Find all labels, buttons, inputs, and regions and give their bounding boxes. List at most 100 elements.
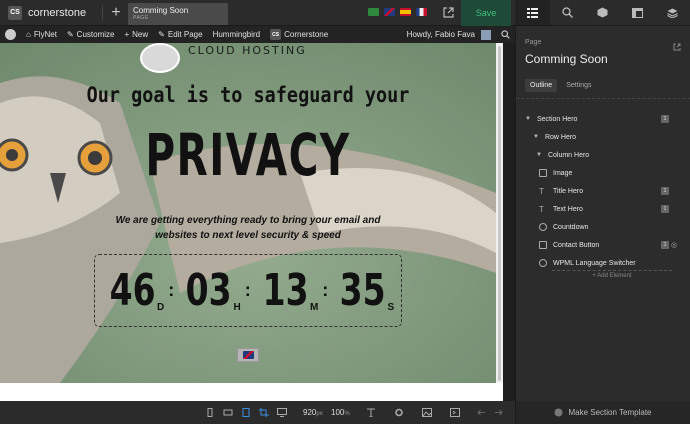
- app-root: CS cornerstone + Comming Soon PAGE Save: [0, 0, 690, 424]
- tablet-icon[interactable]: [241, 408, 251, 417]
- outline-item-label: Text Hero: [553, 205, 583, 213]
- brand-name: cornerstone: [28, 6, 87, 19]
- home-icon: ⌂: [26, 30, 31, 39]
- customize-label: Customize: [76, 30, 115, 39]
- undo-icon[interactable]: [476, 408, 486, 417]
- search-icon[interactable]: [550, 0, 585, 25]
- countdown-separator: :: [244, 280, 251, 300]
- outline-item-text-hero[interactable]: T Text Hero 1: [516, 200, 690, 218]
- phone-landscape-icon[interactable]: [223, 408, 233, 417]
- preview-gutter: [503, 43, 515, 401]
- wp-hummingbird-link[interactable]: Hummingbird: [208, 30, 266, 39]
- language-flags: [368, 8, 427, 16]
- outline-item-section-hero[interactable]: ▼ Section Hero 1: [516, 110, 690, 128]
- hero-goal-heading[interactable]: Our goal is to safeguard your: [30, 83, 466, 107]
- preview-footer-area: [0, 383, 503, 401]
- caret-down-icon[interactable]: ▼: [525, 116, 531, 122]
- open-external-icon[interactable]: [441, 5, 455, 19]
- layers-icon[interactable]: [655, 0, 690, 25]
- logo-text: CLOUD HOSTING: [188, 44, 307, 57]
- tab-subtitle: PAGE: [133, 15, 149, 21]
- wp-admin-bar: ⌂ FlyNet ✎ Customize + New ✎ Edit Page H…: [0, 26, 515, 43]
- hero-text[interactable]: We are getting everything ready to bring…: [0, 213, 496, 243]
- wordpress-logo-icon: [5, 29, 16, 40]
- outline-item-contact-button[interactable]: Contact Button 1 ◎: [516, 236, 690, 254]
- viewport-width-unit: px: [316, 411, 323, 417]
- timer-icon: [539, 223, 547, 231]
- template-icon[interactable]: [620, 0, 655, 25]
- viewport-width[interactable]: 920px: [303, 408, 323, 417]
- code-icon[interactable]: [450, 408, 460, 417]
- countdown-minutes: 13 M: [255, 268, 318, 313]
- wp-edit-page-link[interactable]: ✎ Edit Page: [153, 30, 207, 39]
- countdown-days-value: 46: [109, 264, 156, 316]
- outline-item-column-hero[interactable]: ▼ Column Hero: [516, 146, 690, 164]
- cornerstone-logo-icon: CS: [8, 5, 22, 20]
- tab-title: Comming Soon: [133, 6, 189, 15]
- save-button[interactable]: Save: [461, 0, 511, 26]
- wp-search[interactable]: [496, 30, 515, 39]
- wp-site-link[interactable]: ⌂ FlyNet: [21, 30, 62, 39]
- outline-item-title-hero[interactable]: T Title Hero 1: [516, 182, 690, 200]
- tab-outline[interactable]: Outline: [525, 79, 558, 92]
- text-icon: T: [539, 204, 544, 214]
- panel-divider: [516, 98, 690, 99]
- outline-item-image[interactable]: Image: [516, 164, 690, 182]
- countdown-seconds-label: S: [387, 301, 395, 313]
- preview-scrollbar-thumb[interactable]: [498, 46, 501, 381]
- countdown[interactable]: 46 D : 03 H : 13 M : 35 S: [94, 254, 402, 327]
- outline-item-label: Column Hero: [547, 151, 590, 159]
- language-switcher[interactable]: [237, 348, 259, 362]
- box-icon[interactable]: [585, 0, 620, 25]
- open-page-icon[interactable]: [673, 38, 681, 56]
- hero-text-line-2: websites to next level security & speed: [155, 230, 341, 241]
- outline-item-label: Row Hero: [544, 133, 577, 141]
- phone-portrait-icon[interactable]: [205, 408, 215, 417]
- outline-item-row-hero[interactable]: ▼ Row Hero: [516, 128, 690, 146]
- viewport-width-value: 920: [303, 408, 317, 417]
- page-preview[interactable]: CLOUD HOSTING Our goal is to safeguard y…: [0, 43, 496, 383]
- brazil-flag-icon[interactable]: [368, 8, 379, 16]
- layout-icon[interactable]: [515, 0, 550, 25]
- countdown-hours-value: 03: [185, 264, 232, 316]
- outline-item-countdown[interactable]: Countdown: [516, 218, 690, 236]
- make-section-template-button[interactable]: Make Section Template: [515, 401, 690, 424]
- cornerstone-logo-icon: CS: [270, 29, 282, 40]
- image-icon: [539, 169, 547, 177]
- add-element-button[interactable]: + Add Element: [552, 270, 672, 279]
- spain-flag-icon[interactable]: [400, 8, 411, 16]
- wp-logo-item[interactable]: [0, 29, 21, 40]
- crop-icon[interactable]: [259, 408, 269, 417]
- france-flag-icon[interactable]: [416, 8, 427, 16]
- wp-account-menu[interactable]: Howdy, Fabio Fava: [402, 29, 496, 40]
- redo-icon[interactable]: [494, 408, 504, 417]
- wp-cornerstone-link[interactable]: CS Cornerstone: [265, 29, 333, 40]
- image-icon[interactable]: [422, 408, 432, 417]
- tab-settings[interactable]: Settings: [561, 79, 596, 92]
- desktop-icon[interactable]: [277, 408, 287, 417]
- caret-down-icon[interactable]: ▼: [536, 152, 542, 158]
- flynet-logo-icon: [140, 43, 180, 73]
- add-tab-button[interactable]: +: [103, 0, 129, 26]
- brand[interactable]: CS cornerstone: [0, 0, 94, 26]
- edit-page-label: Edit Page: [167, 30, 203, 39]
- uk-flag-icon[interactable]: [384, 8, 395, 16]
- plus-icon: +: [124, 30, 130, 39]
- wp-new-link[interactable]: + New: [119, 30, 153, 39]
- gear-icon[interactable]: [394, 408, 404, 417]
- zoom-value: 100: [331, 408, 345, 417]
- hero-text-line-1: We are getting everything ready to bring…: [115, 215, 381, 226]
- tab-comming-soon[interactable]: Comming Soon PAGE: [128, 3, 228, 25]
- outline-badge: 1: [661, 115, 669, 123]
- caret-down-icon[interactable]: ▼: [533, 134, 539, 140]
- eye-slash-icon[interactable]: ◎: [671, 241, 677, 249]
- typography-icon[interactable]: [366, 408, 376, 417]
- wp-bar-right: Howdy, Fabio Fava: [402, 29, 515, 40]
- countdown-separator: :: [168, 280, 175, 300]
- hero-privacy-title[interactable]: PRIVACY: [74, 121, 421, 189]
- outline-badge: 1: [661, 187, 669, 195]
- wp-customize-link[interactable]: ✎ Customize: [62, 30, 120, 39]
- panel-label: Page: [525, 39, 542, 46]
- zoom-level[interactable]: 100%: [331, 408, 350, 417]
- outline-badge: 1: [661, 205, 669, 213]
